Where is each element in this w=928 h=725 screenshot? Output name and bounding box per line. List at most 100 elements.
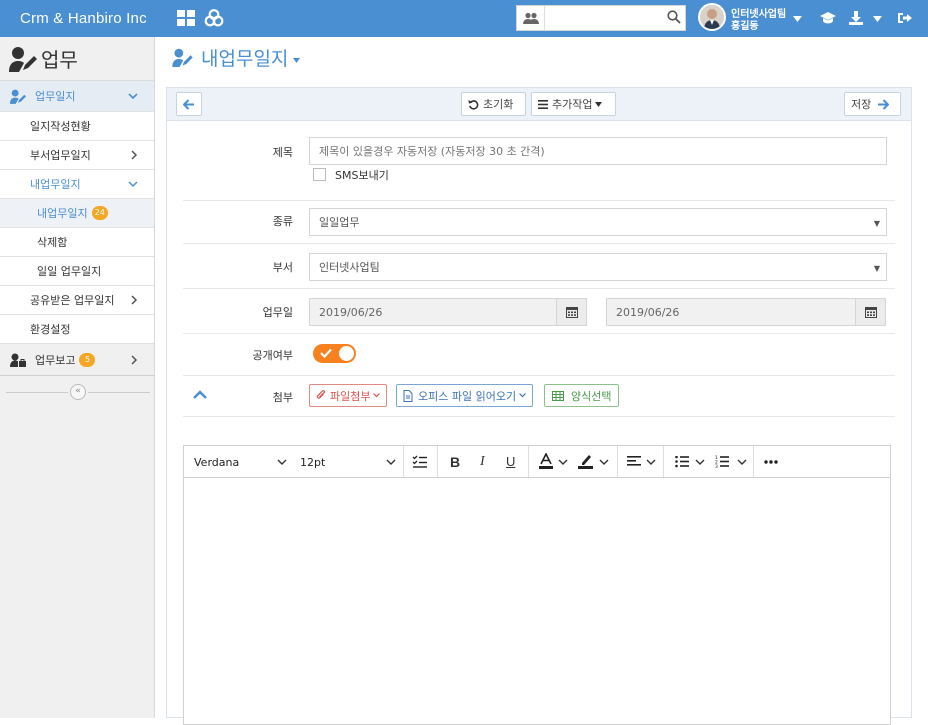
back-button[interactable] — [176, 92, 202, 116]
sidebar-item-trash[interactable]: 삭제함 — [0, 228, 154, 257]
rich-text-editor: Verdana 12pt B I U 123 — [183, 445, 891, 725]
chevron-down-icon[interactable] — [386, 459, 396, 465]
type-select[interactable]: 일일업무 ▼ — [309, 208, 887, 236]
subject-label: 제목 — [272, 146, 293, 159]
public-row: 공개여부 — [183, 334, 895, 376]
sms-label: SMS보내기 — [335, 169, 389, 182]
font-size-select[interactable]: 12pt — [300, 456, 325, 469]
form-toolbar: 초기화 추가작업 저장 — [167, 88, 911, 121]
paperclip-icon — [316, 390, 326, 399]
sidebar-item-worklog[interactable]: 업무일지 — [0, 81, 154, 112]
sidebar-item-my-log-group[interactable]: 내업무일지 — [0, 170, 154, 199]
chevron-down-icon[interactable] — [128, 93, 138, 100]
attach-file-button[interactable]: 파일첨부 — [309, 384, 388, 407]
checklist-icon[interactable] — [412, 455, 427, 469]
type-row: 종류 일일업무 ▼ — [183, 201, 895, 244]
calendar-icon[interactable] — [556, 299, 586, 325]
sidebar-item-label: 부서업무일지 — [30, 149, 91, 162]
chevron-down-icon[interactable] — [128, 181, 138, 188]
user-menu-caret-icon[interactable] — [793, 16, 802, 22]
user-edit-icon — [9, 46, 37, 72]
user-name: 홍길동 — [731, 21, 759, 32]
sidebar-item-label: 삭제함 — [37, 236, 68, 249]
font-family-select[interactable]: Verdana — [194, 456, 239, 469]
sidebar-item-my-log[interactable]: 내업무일지 24 — [0, 199, 154, 228]
more-options-icon[interactable] — [764, 460, 778, 464]
caret-down-icon: ▼ — [873, 264, 880, 273]
sidebar-collapse-button[interactable]: « — [70, 384, 86, 400]
public-toggle[interactable] — [313, 344, 356, 363]
sms-checkbox[interactable] — [313, 168, 326, 181]
attach-label: 첨부 — [272, 391, 293, 404]
chevron-down-icon — [519, 393, 527, 398]
font-color-icon[interactable] — [539, 453, 553, 469]
calendar-icon[interactable] — [855, 299, 885, 325]
chevron-down-icon[interactable] — [277, 459, 287, 465]
arrow-left-icon — [183, 98, 194, 110]
chevron-down-icon — [373, 393, 381, 398]
italic-icon[interactable]: I — [480, 454, 485, 470]
template-select-button[interactable]: 양식선택 — [544, 384, 620, 407]
people-icon[interactable] — [517, 6, 545, 30]
graduation-cap-icon[interactable] — [820, 11, 836, 25]
sidebar-item-report[interactable]: 업무보고 5 — [0, 344, 154, 376]
svg-text:3: 3 — [715, 464, 718, 468]
count-badge: 5 — [79, 352, 96, 367]
arrow-right-icon — [878, 98, 890, 110]
highlight-icon[interactable] — [578, 453, 593, 469]
page-title[interactable]: 내업무일지 — [172, 44, 301, 71]
table-icon — [552, 390, 564, 401]
attach-file-label: 파일첨부 — [330, 389, 371, 403]
subject-row: 제목 SMS보내기 — [183, 121, 895, 201]
caret-down-icon[interactable] — [293, 58, 301, 63]
sidebar-item-status[interactable]: 일지작성현황 — [0, 112, 154, 141]
underline-icon[interactable]: U — [506, 454, 515, 469]
more-actions-button[interactable]: 추가작업 — [531, 92, 616, 116]
user-edit-icon — [10, 89, 26, 104]
brand-logo[interactable]: Crm & Hanbiro Inc — [20, 10, 147, 27]
type-value: 일일업무 — [319, 216, 360, 229]
chevron-down-icon[interactable] — [737, 459, 747, 465]
search-icon[interactable] — [667, 10, 681, 24]
download-caret-icon[interactable] — [873, 16, 882, 22]
bold-icon[interactable]: B — [450, 454, 460, 470]
sidebar-item-shared-log[interactable]: 공유받은 업무일지 — [0, 286, 154, 315]
caret-down-icon: ▼ — [873, 219, 880, 228]
check-icon — [320, 348, 332, 358]
bullet-list-icon[interactable] — [675, 456, 689, 468]
logout-icon[interactable] — [898, 11, 912, 25]
avatar[interactable] — [698, 3, 726, 31]
file-icon — [403, 389, 413, 402]
chevron-right-icon[interactable] — [131, 355, 138, 365]
numbered-list-icon[interactable]: 123 — [715, 455, 729, 468]
dept-select[interactable]: 인터넷사업팀 ▼ — [309, 253, 887, 281]
subject-input[interactable] — [309, 137, 887, 165]
save-button[interactable]: 저장 — [844, 92, 901, 116]
user-briefcase-icon — [10, 353, 26, 367]
sidebar-item-dept-log[interactable]: 부서업무일지 — [0, 141, 154, 170]
sidebar-item-daily-log[interactable]: 일일 업무일지 — [0, 257, 154, 286]
search-input[interactable] — [547, 8, 657, 28]
chevron-right-icon[interactable] — [131, 295, 138, 305]
sidebar-item-settings[interactable]: 환경설정 — [0, 315, 154, 344]
chevron-down-icon[interactable] — [646, 459, 656, 465]
date-row: 업무일 2019/06/26 2019/06/26 — [183, 289, 895, 334]
end-date-input[interactable]: 2019/06/26 — [606, 298, 886, 326]
reset-button[interactable]: 초기화 — [461, 92, 526, 116]
chevron-down-icon[interactable] — [558, 459, 568, 465]
chevron-right-icon[interactable] — [131, 150, 138, 160]
save-label: 저장 — [851, 98, 872, 111]
worklog-submenu: 일지작성현황 부서업무일지 내업무일지 내업무일지 24 삭제함 일일 업무일지… — [0, 112, 154, 344]
download-icon[interactable] — [849, 11, 863, 25]
chevron-down-icon[interactable] — [695, 459, 705, 465]
align-left-icon[interactable] — [627, 456, 641, 468]
start-date-value: 2019/06/26 — [319, 305, 383, 319]
start-date-input[interactable]: 2019/06/26 — [309, 298, 587, 326]
public-label: 공개여부 — [252, 349, 293, 362]
editor-content-area[interactable] — [184, 478, 890, 724]
apps-grid-icon[interactable] — [177, 10, 195, 26]
sidebar-item-label: 내업무일지 — [30, 178, 81, 191]
biz-logo-icon[interactable] — [204, 8, 224, 28]
chevron-down-icon[interactable] — [599, 459, 609, 465]
import-office-button[interactable]: 오피스 파일 읽어오기 — [396, 384, 534, 407]
